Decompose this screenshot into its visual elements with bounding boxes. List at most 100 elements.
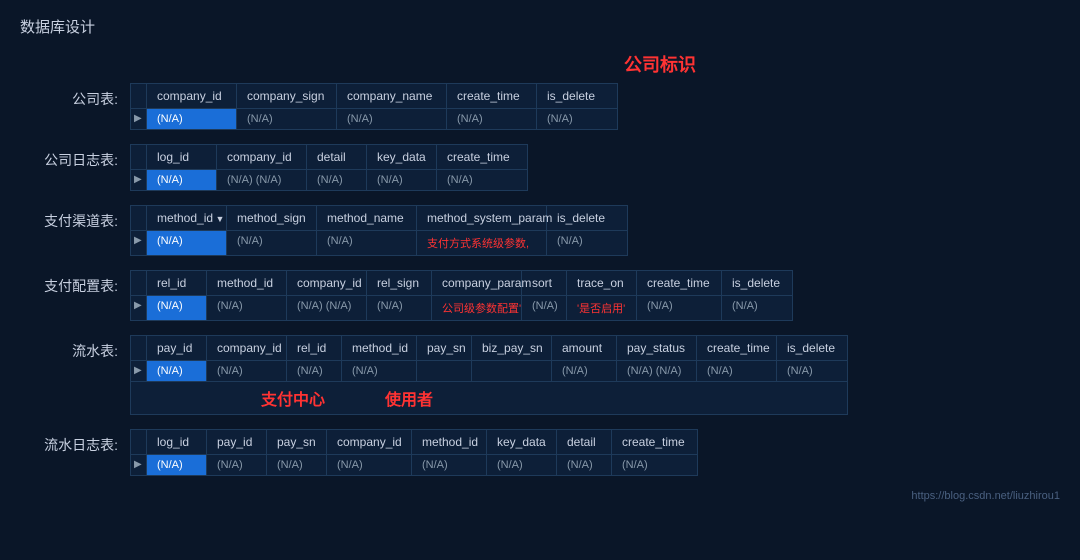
col-data-1-0: (N/A): [147, 170, 217, 190]
col-data-5-6: (N/A): [557, 455, 612, 475]
col-data-4-2: (N/A): [287, 361, 342, 381]
col-data-4-7: (N/A) (N/A): [617, 361, 697, 381]
col-header-4-7: pay_status: [617, 336, 697, 360]
col-data-4-6: (N/A): [552, 361, 617, 381]
col-header-3-1: method_id: [207, 271, 287, 295]
page-title: 数据库设计: [20, 16, 1060, 37]
col-header-3-3: rel_sign: [367, 271, 432, 295]
col-header-3-4: company_param: [432, 271, 522, 295]
col-data-0-4: (N/A): [537, 109, 617, 129]
user-label: 使用者: [385, 386, 433, 410]
col-header-4-6: amount: [552, 336, 617, 360]
table-row-3: 支付配置表:rel_idmethod_idcompany_idrel_signc…: [20, 270, 1060, 321]
table-label-5: 流水日志表:: [20, 429, 130, 455]
col-header-3-2: company_id: [287, 271, 367, 295]
col-data-5-5: (N/A): [487, 455, 557, 475]
col-data-3-5: (N/A): [522, 296, 567, 320]
col-data-5-7: (N/A): [612, 455, 697, 475]
col-data-2-1: (N/A): [227, 231, 317, 255]
table-label-0: 公司表:: [20, 83, 130, 109]
col-header-4-3: method_id: [342, 336, 417, 360]
row-arrow-0: ▶: [131, 109, 147, 129]
col-data-5-2: (N/A): [267, 455, 327, 475]
col-data-1-3: (N/A): [367, 170, 437, 190]
col-data-2-2: (N/A): [317, 231, 417, 255]
col-data-4-5: [472, 361, 552, 381]
footer-url: https://blog.csdn.net/liuzhirou1: [20, 490, 1060, 502]
col-header-0-3: create_time: [447, 84, 537, 108]
col-data-2-0: (N/A): [147, 231, 227, 255]
col-header-4-0: pay_id: [147, 336, 207, 360]
table-label-1: 公司日志表:: [20, 144, 130, 170]
col-header-5-0: log_id: [147, 430, 207, 454]
col-data-5-0: (N/A): [147, 455, 207, 475]
table-label-4: 流水表:: [20, 335, 130, 361]
col-data-4-4: [417, 361, 472, 381]
col-header-3-0: rel_id: [147, 271, 207, 295]
row-arrow-1: ▶: [131, 170, 147, 190]
col-header-1-3: key_data: [367, 145, 437, 169]
col-data-5-1: (N/A): [207, 455, 267, 475]
table-row-0: 公司表:company_idcompany_signcompany_namecr…: [20, 83, 1060, 130]
table-block-0: company_idcompany_signcompany_namecreate…: [130, 83, 618, 130]
table-label-3: 支付配置表:: [20, 270, 130, 296]
table-row-1: 公司日志表:log_idcompany_iddetailkey_datacrea…: [20, 144, 1060, 191]
row-arrow-5: ▶: [131, 455, 147, 475]
company-label: 公司标识: [260, 51, 1060, 77]
col-header-2-4: is_delete: [547, 206, 627, 230]
col-data-5-4: (N/A): [412, 455, 487, 475]
col-data-1-4: (N/A): [437, 170, 527, 190]
col-data-4-9: (N/A): [777, 361, 847, 381]
col-data-5-3: (N/A): [327, 455, 412, 475]
col-header-5-3: company_id: [327, 430, 412, 454]
col-header-4-5: biz_pay_sn: [472, 336, 552, 360]
pay-center-label: 支付中心: [261, 386, 325, 410]
col-data-0-2: (N/A): [337, 109, 447, 129]
col-data-3-2: (N/A) (N/A): [287, 296, 367, 320]
col-header-2-2: method_name: [317, 206, 417, 230]
col-header-3-5: sort: [522, 271, 567, 295]
col-data-3-1: (N/A): [207, 296, 287, 320]
table-label-2: 支付渠道表:: [20, 205, 130, 231]
col-data-3-6: '是否启用': [567, 296, 637, 320]
col-data-4-0: (N/A): [147, 361, 207, 381]
col-header-5-6: detail: [557, 430, 612, 454]
col-header-1-1: company_id: [217, 145, 307, 169]
col-header-5-1: pay_id: [207, 430, 267, 454]
row-arrow-2: ▶: [131, 231, 147, 255]
col-header-3-7: create_time: [637, 271, 722, 295]
col-header-4-4: pay_sn: [417, 336, 472, 360]
col-data-3-0: (N/A): [147, 296, 207, 320]
row-arrow-4: ▶: [131, 361, 147, 381]
col-data-0-1: (N/A): [237, 109, 337, 129]
col-data-4-3: (N/A): [342, 361, 417, 381]
col-header-5-4: method_id: [412, 430, 487, 454]
table-block-4: pay_idcompany_idrel_idmethod_idpay_snbiz…: [130, 335, 848, 415]
col-header-4-2: rel_id: [287, 336, 342, 360]
col-header-5-2: pay_sn: [267, 430, 327, 454]
col-header-2-1: method_sign: [227, 206, 317, 230]
col-header-0-4: is_delete: [537, 84, 617, 108]
col-header-4-9: is_delete: [777, 336, 847, 360]
col-data-3-3: (N/A): [367, 296, 432, 320]
col-data-2-3: 支付方式系统级参数,: [417, 231, 547, 255]
col-data-1-1: (N/A) (N/A): [217, 170, 307, 190]
col-header-1-2: detail: [307, 145, 367, 169]
col-header-4-1: company_id: [207, 336, 287, 360]
col-data-0-3: (N/A): [447, 109, 537, 129]
col-data-3-7: (N/A): [637, 296, 722, 320]
col-header-0-1: company_sign: [237, 84, 337, 108]
col-header-0-0: company_id: [147, 84, 237, 108]
col-data-4-1: (N/A): [207, 361, 287, 381]
col-header-2-3: method_system_param: [417, 206, 547, 230]
col-header-1-0: log_id: [147, 145, 217, 169]
col-data-3-4: 公司级参数配置': [432, 296, 522, 320]
col-header-5-7: create_time: [612, 430, 697, 454]
table-block-2: method_idmethod_signmethod_namemethod_sy…: [130, 205, 628, 256]
table-block-1: log_idcompany_iddetailkey_datacreate_tim…: [130, 144, 528, 191]
col-data-1-2: (N/A): [307, 170, 367, 190]
row-arrow-3: ▶: [131, 296, 147, 320]
table-block-3: rel_idmethod_idcompany_idrel_signcompany…: [130, 270, 793, 321]
col-header-3-6: trace_on: [567, 271, 637, 295]
table-row-4: 流水表:pay_idcompany_idrel_idmethod_idpay_s…: [20, 335, 1060, 415]
